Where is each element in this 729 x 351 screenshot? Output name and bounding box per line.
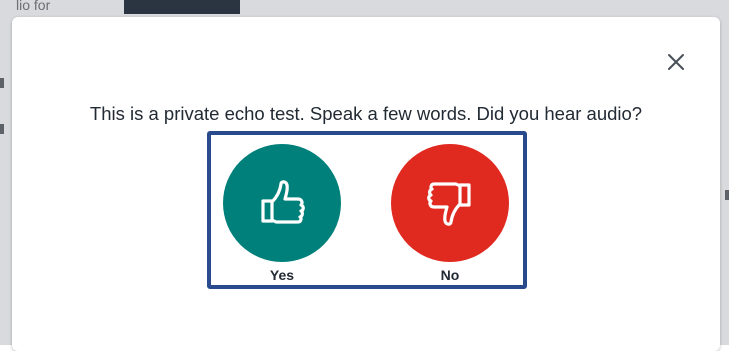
thumbs-up-icon xyxy=(261,180,305,224)
close-button[interactable] xyxy=(662,48,690,76)
thumbs-down-icon xyxy=(427,182,471,226)
no-button[interactable]: No xyxy=(390,144,510,283)
choice-focus-frame: Yes No xyxy=(207,131,527,289)
background-edge-mark xyxy=(0,124,4,134)
background-text-fragment: lio for xyxy=(16,0,51,13)
yes-circle xyxy=(223,144,341,262)
background-edge-mark xyxy=(0,78,4,88)
no-label: No xyxy=(440,267,460,283)
no-circle xyxy=(391,144,509,262)
yes-button[interactable]: Yes xyxy=(222,144,342,283)
background-dark-panel xyxy=(124,0,240,14)
echo-test-dialog: This is a private echo test. Speak a few… xyxy=(12,17,720,351)
background-edge-mark xyxy=(725,190,729,200)
echo-test-question: This is a private echo test. Speak a few… xyxy=(89,103,643,124)
yes-label: Yes xyxy=(269,267,295,283)
close-icon xyxy=(668,54,684,70)
